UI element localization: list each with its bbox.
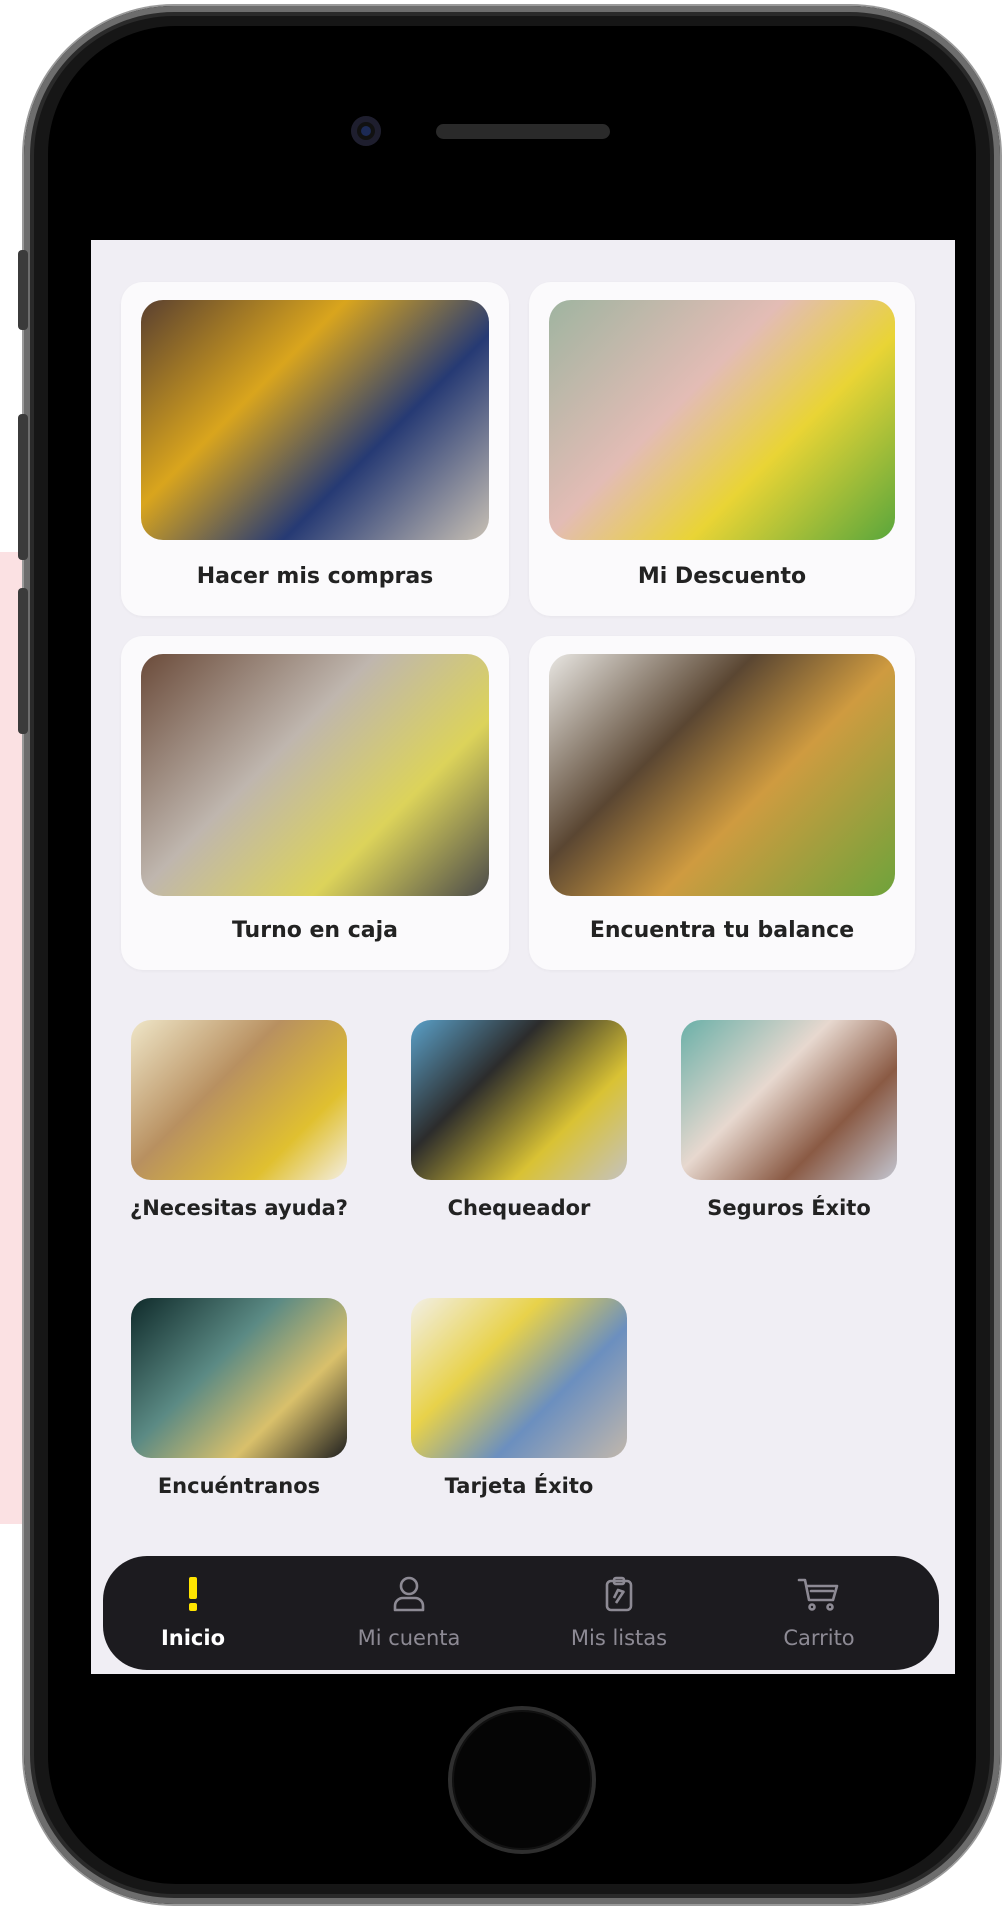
nav-item-mis-listas[interactable]: Mis listas [529,1556,709,1670]
cart-icon [729,1574,909,1614]
nav-label: Mi cuenta [357,1626,461,1650]
nav-item-inicio[interactable]: Inicio [103,1556,283,1670]
volume-up-button [18,414,28,560]
tile-label: Mi Descuento [637,564,807,589]
nav-item-mi-cuenta[interactable]: Mi cuenta [319,1556,499,1670]
app-screen: Hacer mis compras Mi Descuento Turno en … [91,240,955,1674]
car-driver-photo [131,1298,347,1458]
tile-label: ¿Necesitas ayuda? [130,1196,348,1220]
list-clipboard-icon [529,1574,709,1614]
tile-hacer-mis-compras[interactable]: Hacer mis compras [121,282,509,616]
tile-chequeador[interactable]: Chequeador [411,1020,627,1240]
earpiece-speaker [436,124,610,139]
supermarket-cart-photo [549,300,895,540]
tile-necesitas-ayuda[interactable]: ¿Necesitas ayuda? [130,1020,348,1240]
tile-label: Encuentra tu balance [589,918,855,943]
kitchen-family-photo [549,654,895,896]
front-camera [351,116,381,146]
family-insurance-photo [681,1020,897,1180]
tile-encuentranos[interactable]: Encuéntranos [131,1298,347,1498]
credit-card-photo [411,1298,627,1458]
user-icon [319,1574,499,1614]
exclamation-icon [103,1574,283,1614]
tile-label: Chequeador [447,1196,591,1220]
tile-label: Encuéntranos [157,1474,321,1498]
tile-label: Hacer mis compras [196,564,434,589]
mute-switch [18,250,28,330]
support-agent-photo [131,1020,347,1180]
nav-item-carrito[interactable]: Carrito [729,1556,909,1670]
price-checker-photo [411,1020,627,1180]
home-button[interactable] [448,1706,596,1854]
tile-mi-descuento[interactable]: Mi Descuento [529,282,915,616]
tile-tarjeta-exito[interactable]: Tarjeta Éxito [411,1298,627,1498]
couple-shopping-photo [141,300,489,540]
tile-label: Seguros Éxito [707,1196,871,1220]
tile-seguros-exito[interactable]: Seguros Éxito [681,1020,897,1240]
nav-label: Mis listas [570,1626,668,1650]
tile-turno-en-caja[interactable]: Turno en caja [121,636,509,970]
volume-down-button [18,588,28,734]
tile-label: Turno en caja [231,918,399,943]
bottom-navigation: Inicio Mi cuenta Mis listas Carrito [103,1556,939,1670]
tile-label: Tarjeta Éxito [444,1474,594,1498]
nav-label: Carrito [783,1626,855,1650]
nav-label: Inicio [160,1626,226,1650]
tile-encuentra-tu-balance[interactable]: Encuentra tu balance [529,636,915,970]
woman-phone-photo [141,654,489,896]
